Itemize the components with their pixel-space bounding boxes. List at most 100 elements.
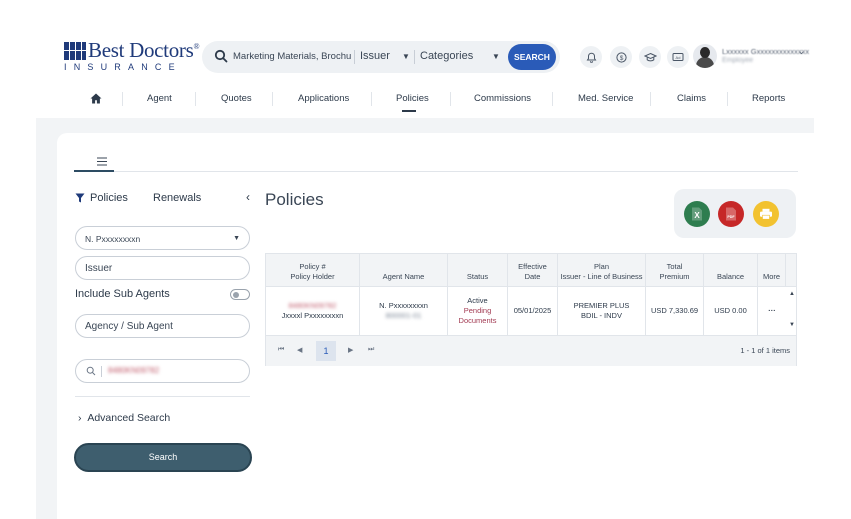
table-header: Policy # Policy Holder Agent Name Status… [266,254,796,287]
global-search-button[interactable]: SEARCH [508,44,556,70]
scroll-up-icon[interactable]: ▲ [789,291,795,297]
logo-name: Best Doctors [88,38,194,62]
column-header-total-premium[interactable]: Total Premium [646,254,704,287]
column-header-agent-name[interactable]: Agent Name [360,254,448,287]
more-cell: ··· [758,287,786,335]
status-documents[interactable]: Documents [448,316,507,326]
active-nav-indicator [402,110,416,112]
global-search-bar: Marketing Materials, Brochur Issuer ▼ Ca… [202,41,560,73]
issuer-field-placeholder: Issuer [85,263,113,274]
home-icon[interactable] [90,93,102,104]
search-icon[interactable] [214,49,228,63]
search-separator [354,50,355,64]
nav-separator [450,92,451,106]
policy-holder: Jxxxxl Pxxxxxxxxn [281,311,344,320]
header-more: More [762,272,781,281]
column-header-policy[interactable]: Policy # Policy Holder [266,254,360,287]
nav-item-policies[interactable]: Policies [396,93,429,104]
balance: USD 0.00 [714,306,747,315]
header-premium: Premium [659,272,690,281]
excel-export-icon[interactable]: X [684,201,710,227]
agent-cell: N. Pxxxxxxxxn 800001-01 [360,287,448,335]
agent-select[interactable]: N. Pxxxxxxxxn ▼ [75,226,250,250]
last-page-icon[interactable]: ⏭ [368,346,374,354]
svg-text:$: $ [619,55,623,62]
collapse-panel-icon[interactable]: ‹ [246,190,250,204]
global-search-input[interactable]: Marketing Materials, Brochur [233,51,351,62]
column-header-balance[interactable]: Balance [704,254,758,287]
total-premium-cell: USD 7,330.69 [646,287,704,335]
issuer-field[interactable]: Issuer [75,256,250,280]
categories-caret-icon[interactable]: ▼ [492,52,500,61]
scroll-down-icon[interactable]: ▼ [789,322,795,328]
policy-number-link[interactable]: 8480KN09782 [266,301,359,311]
header-date: Date [524,272,541,281]
issuer-dropdown[interactable]: Issuer [360,50,390,62]
svg-text:X: X [694,211,700,220]
nav-separator [371,92,372,106]
header-line-of-business: Issuer - Line of Business [560,272,643,281]
line-of-business: BDIL - INDV [581,311,622,320]
issuer-caret-icon[interactable]: ▼ [402,52,410,61]
nav-item-reports[interactable]: Reports [752,93,785,104]
header-policy-holder: Policy Holder [290,272,335,281]
status-pending[interactable]: Pending [448,306,507,316]
nav-item-applications[interactable]: Applications [298,93,349,104]
nav-item-claims[interactable]: Claims [677,93,706,104]
effective-date: 05/01/2025 [513,306,552,315]
agent-select-value: N. Pxxxxxxxxn [85,234,141,244]
print-icon[interactable] [753,201,779,227]
agency-field[interactable]: Agency / Sub Agent [75,314,250,338]
include-sub-agents-toggle[interactable] [230,289,250,300]
column-header-effective-date[interactable]: Effective Date [508,254,558,287]
id-card-icon[interactable]: Ad [667,46,689,68]
header-policy-number: Policy # [299,262,326,271]
nav-separator [122,92,123,106]
chevron-down-icon: ▼ [233,235,240,242]
pdf-export-icon[interactable]: PDF [718,201,744,227]
nav-separator [272,92,273,106]
graduation-cap-icon[interactable] [639,46,661,68]
nav-item-med-service[interactable]: Med. Service [578,93,633,104]
nav-separator [727,92,728,106]
more-options-icon[interactable]: ··· [758,306,786,316]
nav-separator [650,92,651,106]
user-name[interactable]: Lxxxxxx Gxxxxxxxxxxxxxx [722,47,809,56]
filter-icon [75,193,85,203]
best-doctors-logo[interactable]: Best Doctors® INSURANCE [64,38,200,76]
column-header-status[interactable]: Status [448,254,508,287]
prev-page-icon[interactable]: ◀ [297,346,302,354]
search-button[interactable]: Search [74,443,252,472]
nav-item-quotes[interactable]: Quotes [221,93,252,104]
page-current[interactable]: 1 [316,341,336,361]
search-icon [86,366,96,376]
advanced-search-toggle[interactable]: › Advanced Search [78,412,170,424]
categories-dropdown[interactable]: Categories [420,50,473,62]
table-row[interactable]: 8480KN09782 Jxxxxl Pxxxxxxxxn [266,287,360,335]
advanced-search-label: Advanced Search [87,412,171,424]
effective-date-cell: 05/01/2025 [508,287,558,335]
avatar[interactable] [693,44,717,68]
agent-name: N. Pxxxxxxxxn [379,301,428,310]
policy-search-field[interactable]: 8480KN09782 [75,359,250,383]
menu-lines-icon[interactable] [90,155,114,169]
dollar-icon[interactable]: $ [610,46,632,68]
include-sub-agents-label: Include Sub Agents [75,288,170,300]
tab-policies[interactable]: Policies [90,192,128,204]
bell-icon[interactable] [580,46,602,68]
pagination: ⏮ ◀ 1 ▶ ⏭ 1 - 1 of 1 items [266,336,796,366]
next-page-icon[interactable]: ▶ [348,346,353,354]
status-badge: Active [467,296,488,305]
header-agent-name: Agent Name [382,272,425,281]
svg-text:PDF: PDF [727,215,735,219]
chevron-down-icon[interactable]: ⌄ [798,47,805,56]
nav-separator [195,92,196,106]
pagination-info: 1 - 1 of 1 items [740,346,790,355]
nav-item-agent[interactable]: Agent [147,93,172,104]
column-header-more: More [758,254,786,287]
first-page-icon[interactable]: ⏮ [278,346,284,354]
column-header-plan[interactable]: Plan Issuer - Line of Business [558,254,646,287]
balance-cell: USD 0.00 [704,287,758,335]
tab-renewals[interactable]: Renewals [153,192,201,204]
nav-item-commissions[interactable]: Commissions [474,93,531,104]
